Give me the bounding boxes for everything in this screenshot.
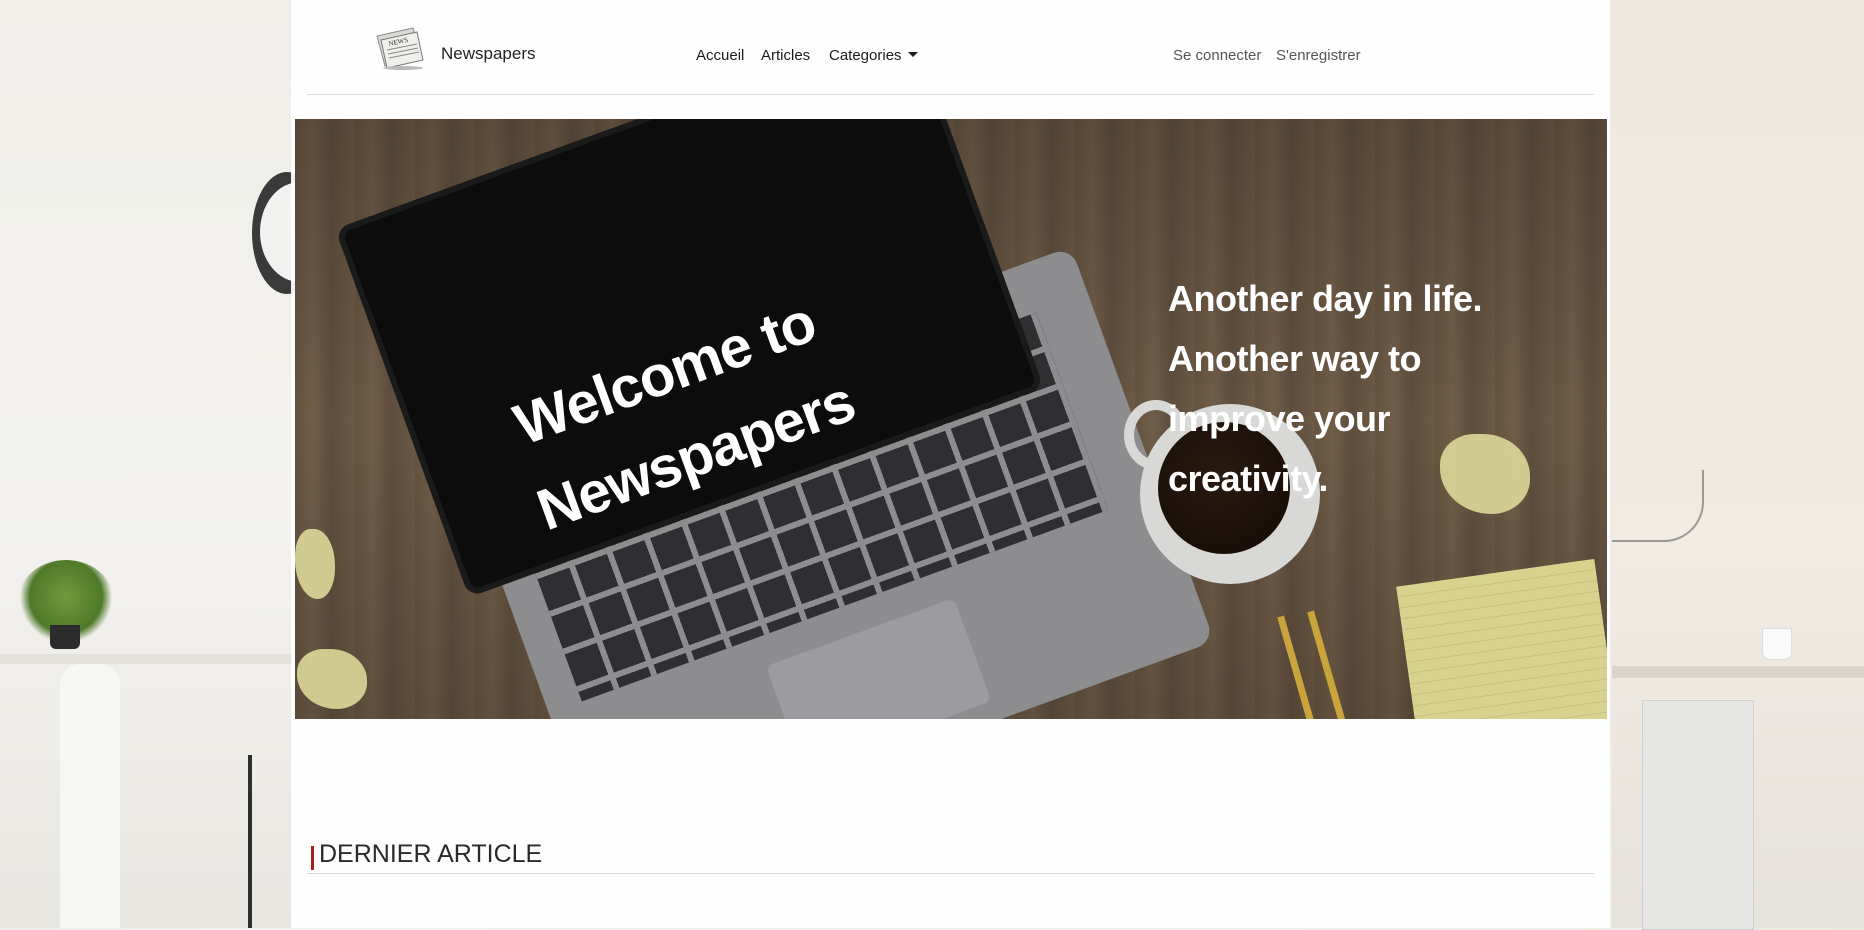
side-table-top bbox=[0, 654, 291, 664]
plant-pot bbox=[50, 625, 80, 649]
section-heading-label: DERNIER ARTICLE bbox=[319, 840, 543, 868]
heading-accent-bar bbox=[311, 846, 314, 870]
drawer-decoration bbox=[1642, 700, 1754, 930]
caret-down-icon bbox=[907, 52, 918, 57]
tagline-line: improve your bbox=[1168, 398, 1391, 439]
hero-tagline: Another day in life. Another way to impr… bbox=[1168, 269, 1483, 509]
desk-decoration bbox=[1612, 666, 1864, 678]
tagline-line: Another way to bbox=[1168, 338, 1422, 379]
lamp-decoration bbox=[1612, 470, 1704, 542]
nav-categories-label: Categories bbox=[829, 47, 902, 64]
section-heading: DERNIER ARTICLE bbox=[307, 838, 1594, 874]
side-table-leg bbox=[60, 664, 120, 928]
tagline-line: Another day in life. bbox=[1168, 278, 1483, 319]
nav-accueil[interactable]: Accueil bbox=[696, 47, 744, 64]
login-link[interactable]: Se connecter bbox=[1173, 47, 1261, 64]
mug-decoration bbox=[1762, 628, 1792, 660]
brand-name[interactable]: Newspapers bbox=[441, 44, 536, 64]
hero-banner: Welcome to Newspapers Another day in lif… bbox=[295, 119, 1607, 719]
nav-articles[interactable]: Articles bbox=[761, 47, 810, 64]
notebook-decoration bbox=[1396, 558, 1607, 719]
newspaper-icon[interactable]: NEWS bbox=[373, 26, 427, 70]
register-link[interactable]: S'enregistrer bbox=[1276, 47, 1361, 64]
tagline-line: creativity. bbox=[1168, 458, 1328, 499]
nav-categories-dropdown[interactable]: Categories bbox=[829, 47, 918, 64]
chair-decoration bbox=[248, 755, 292, 928]
